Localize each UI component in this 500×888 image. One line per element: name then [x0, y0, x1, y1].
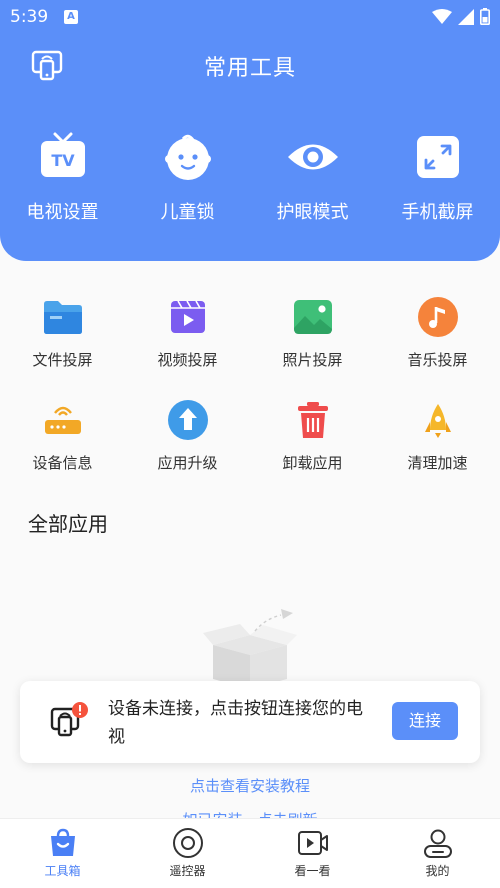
tool-label: 文件投屏 [32, 351, 93, 369]
screen-cast-warning-icon [50, 702, 88, 737]
tool-label: 应用升级 [157, 454, 218, 472]
notification-icon: A [64, 10, 78, 24]
tab-label: 我的 [425, 864, 450, 878]
folder-icon [43, 301, 82, 334]
tab-remote[interactable]: 遥控器 [125, 819, 250, 888]
child-face-icon [164, 134, 211, 180]
video-play-icon [297, 831, 328, 855]
install-tutorial-link[interactable]: 点击查看安装教程 [0, 775, 500, 796]
status-indicators [432, 8, 490, 25]
wifi-icon [432, 8, 452, 24]
tool-child-lock[interactable]: 儿童锁 [125, 130, 250, 230]
status-time: 5:39 [10, 7, 49, 27]
remote-icon [172, 828, 203, 858]
tool-label: 清理加速 [407, 454, 468, 472]
header: 5:39 A 常用工具 TV 电视设置 儿童锁 护眼模式 手机截屏 [0, 0, 500, 261]
tab-label: 工具箱 [44, 864, 81, 878]
tool-app-upgrade[interactable]: 应用升级 [125, 398, 250, 488]
tool-clean-boost[interactable]: 清理加速 [375, 398, 500, 488]
tool-video-cast[interactable]: 视频投屏 [125, 295, 250, 385]
tool-eye-care[interactable]: 护眼模式 [250, 130, 375, 230]
connect-button[interactable]: 连接 [392, 702, 458, 740]
trash-icon [297, 402, 328, 438]
tab-mine[interactable]: 我的 [375, 819, 500, 888]
banner-message: 设备未连接，点击按钮连接您的电视 [108, 699, 363, 747]
screenshot-icon [416, 136, 459, 178]
tv-icon: TV [40, 132, 85, 177]
section-title: 全部应用 [28, 512, 108, 536]
tool-label: 儿童锁 [160, 202, 215, 223]
top-tools: TV 电视设置 儿童锁 护眼模式 手机截屏 [0, 130, 500, 230]
tool-file-cast[interactable]: 文件投屏 [0, 295, 125, 385]
upgrade-icon [167, 400, 208, 440]
tool-photo-cast[interactable]: 照片投屏 [250, 295, 375, 385]
tool-music-cast[interactable]: 音乐投屏 [375, 295, 500, 385]
bottom-tab-bar: 工具箱 遥控器 看一看 我的 [0, 818, 500, 888]
photo-icon [293, 300, 332, 334]
tool-label: 设备信息 [32, 454, 93, 472]
connection-banner: 设备未连接，点击按钮连接您的电视 连接 [20, 681, 480, 763]
tool-tv-settings[interactable]: TV 电视设置 [0, 130, 125, 230]
battery-icon [480, 8, 490, 25]
tab-watch[interactable]: 看一看 [250, 819, 375, 888]
tool-device-info[interactable]: 设备信息 [0, 398, 125, 488]
tool-label: 视频投屏 [157, 351, 218, 369]
svg-text:TV: TV [51, 151, 75, 170]
tool-label: 手机截屏 [401, 202, 474, 223]
tool-label: 照片投屏 [282, 351, 343, 369]
tool-uninstall[interactable]: 卸载应用 [250, 398, 375, 488]
tool-label: 卸载应用 [282, 454, 343, 472]
tool-label: 电视设置 [26, 202, 99, 223]
tool-label: 护眼模式 [276, 202, 349, 223]
tab-label: 看一看 [294, 864, 331, 878]
status-bar: 5:39 A [0, 0, 500, 34]
tab-toolbox[interactable]: 工具箱 [0, 819, 125, 888]
eye-icon [287, 144, 338, 170]
toolbox-bag-icon [50, 828, 75, 856]
music-icon [417, 297, 458, 337]
tool-label: 音乐投屏 [407, 351, 468, 369]
rocket-icon [424, 404, 451, 438]
tab-label: 遥控器 [169, 864, 206, 878]
tool-screenshot[interactable]: 手机截屏 [375, 130, 500, 230]
router-icon [44, 406, 81, 434]
page-title: 常用工具 [203, 56, 296, 81]
video-icon [170, 300, 205, 333]
user-icon [423, 829, 452, 858]
signal-icon [458, 8, 474, 25]
